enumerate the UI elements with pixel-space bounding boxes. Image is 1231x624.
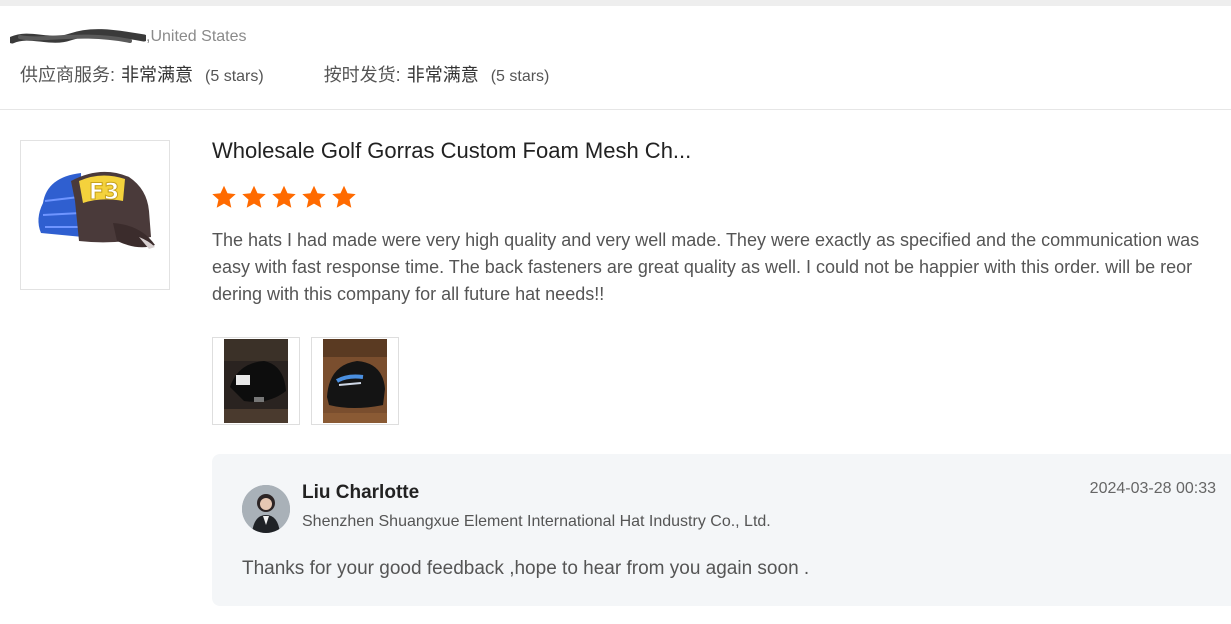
rating-label: 按时发货: — [323, 65, 401, 85]
reply-timestamp: 2024-03-28 00:33 — [1089, 480, 1216, 497]
seller-company[interactable]: Shenzhen Shuangxue Element International… — [302, 513, 771, 531]
photo-image — [224, 339, 288, 423]
rating-stars: (5 stars) — [205, 68, 264, 85]
rating-on-time-shipment: 按时发货: 非常满意 (5 stars) — [324, 61, 550, 87]
cap-image: F3 — [38, 171, 155, 249]
star-icon — [212, 185, 236, 208]
svg-text:F3: F3 — [89, 180, 119, 205]
review-text: The hats I had made were very high quali… — [212, 230, 1200, 304]
divider — [0, 109, 1231, 110]
seller-reply: Liu Charlotte Shenzhen Shuangxue Element… — [212, 454, 1231, 606]
rating-supplier-service: 供应商服务: 非常满意 (5 stars) — [20, 61, 264, 87]
review-photo-2[interactable] — [311, 337, 399, 425]
seller-name: Liu Charlotte — [302, 482, 420, 503]
supplier-ratings: 供应商服务: 非常满意 (5 stars) 按时发货: 非常满意 (5 star… — [20, 61, 549, 87]
rating-stars: (5 stars) — [490, 68, 550, 85]
star-icon — [272, 185, 296, 208]
review-star-rating — [210, 184, 360, 211]
reply-text: Thanks for your good feedback ,hope to h… — [242, 558, 810, 579]
buyer-info: ,United States — [10, 26, 247, 48]
star-icon — [242, 185, 266, 208]
product-title[interactable]: Wholesale Golf Gorras Custom Foam Mesh C… — [212, 138, 691, 164]
avatar-image — [242, 485, 290, 533]
rating-label: 供应商服务: — [20, 65, 116, 85]
review-photo-1[interactable] — [212, 337, 300, 425]
star-icon — [302, 185, 326, 208]
star-icon — [332, 185, 356, 208]
top-strip — [0, 0, 1231, 6]
redacted-buyer-name — [10, 29, 146, 44]
rating-value: 非常满意 — [406, 65, 479, 85]
rating-value: 非常满意 — [121, 65, 194, 85]
buyer-country: ,United States — [146, 28, 247, 45]
seller-avatar — [242, 485, 290, 533]
photo-image — [323, 339, 387, 423]
product-thumbnail[interactable]: F3 — [20, 140, 170, 290]
